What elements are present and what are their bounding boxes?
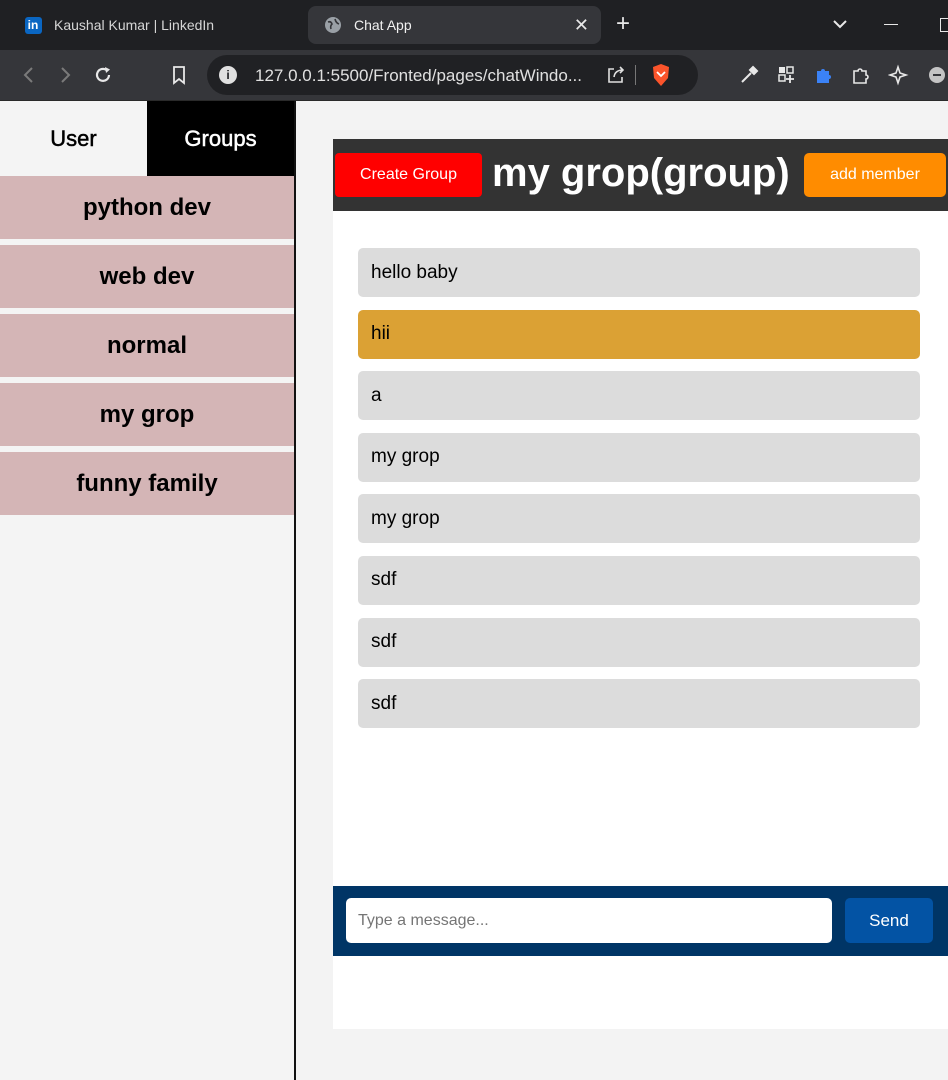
browser-toolbar: i 127.0.0.1:5500/Fronted/pages/chatWindo… <box>0 50 948 101</box>
grid-extension-icon[interactable] <box>776 64 798 86</box>
tab-title: Chat App <box>354 17 412 33</box>
close-icon[interactable]: ✕ <box>574 15 589 36</box>
send-button[interactable]: Send <box>845 898 933 943</box>
tab-user[interactable]: User <box>0 101 147 176</box>
browser-tabstrip: in Kaushal Kumar | LinkedIn Chat App ✕ + <box>0 0 948 50</box>
back-icon[interactable] <box>18 64 40 86</box>
extensions-icon[interactable] <box>850 64 872 86</box>
message-item: my grop <box>358 494 920 544</box>
sparkle-icon[interactable] <box>888 64 910 86</box>
forward-icon[interactable] <box>54 64 76 86</box>
sidebar-tabs: User Groups <box>0 101 294 176</box>
message-item: my grop <box>358 432 920 482</box>
globe-icon <box>324 16 342 34</box>
group-item-web-dev[interactable]: web dev <box>0 245 294 308</box>
chat-header: Create Group my grop(group) add member <box>333 139 948 211</box>
group-list: python dev web dev normal my grop funny … <box>0 176 294 521</box>
group-item-my-grop[interactable]: my grop <box>0 383 294 446</box>
chat-title: my grop(group) <box>492 151 790 195</box>
group-item-python-dev[interactable]: python dev <box>0 176 294 239</box>
tab-groups[interactable]: Groups <box>147 101 294 176</box>
divider <box>635 65 636 85</box>
share-icon[interactable] <box>605 64 627 91</box>
browser-tab-chat-app[interactable]: Chat App ✕ <box>308 6 601 44</box>
brave-shield-icon[interactable] <box>650 63 672 92</box>
sidebar: User Groups python dev web dev normal my… <box>0 101 296 1080</box>
message-item: sdf <box>358 555 920 605</box>
url-text: 127.0.0.1:5500/Fronted/pages/chatWindo..… <box>255 66 583 85</box>
message-item: a <box>358 371 920 421</box>
message-composer: Type a message... Send <box>333 886 948 956</box>
minimize-icon[interactable] <box>884 24 898 25</box>
chevron-down-icon[interactable] <box>830 14 850 34</box>
create-group-button[interactable]: Create Group <box>335 153 482 197</box>
profile-icon[interactable] <box>926 64 948 86</box>
message-input-placeholder: Type a message... <box>358 911 489 929</box>
browser-tab-linkedin[interactable]: in Kaushal Kumar | LinkedIn <box>12 6 292 44</box>
group-item-normal[interactable]: normal <box>0 314 294 377</box>
message-item: sdf <box>358 617 920 667</box>
add-member-button[interactable]: add member <box>804 153 946 197</box>
message-list: hello baby hii a my grop my grop sdf sdf… <box>358 248 920 741</box>
group-item-funny-family[interactable]: funny family <box>0 452 294 515</box>
address-bar[interactable]: i 127.0.0.1:5500/Fronted/pages/chatWindo… <box>207 55 698 95</box>
message-item: sdf <box>358 679 920 729</box>
message-item-highlighted: hii <box>358 309 920 359</box>
linkedin-icon: in <box>24 16 42 34</box>
bookmark-icon[interactable] <box>168 64 190 86</box>
eyedropper-icon[interactable] <box>738 64 760 86</box>
info-icon[interactable]: i <box>219 66 237 84</box>
message-item: hello baby <box>358 248 920 297</box>
message-input[interactable]: Type a message... <box>346 898 832 943</box>
puzzle-blue-icon[interactable] <box>813 64 835 86</box>
maximize-icon[interactable] <box>940 18 948 32</box>
reload-icon[interactable] <box>92 64 114 86</box>
new-tab-icon[interactable]: + <box>616 10 630 38</box>
tab-title: Kaushal Kumar | LinkedIn <box>54 17 215 33</box>
